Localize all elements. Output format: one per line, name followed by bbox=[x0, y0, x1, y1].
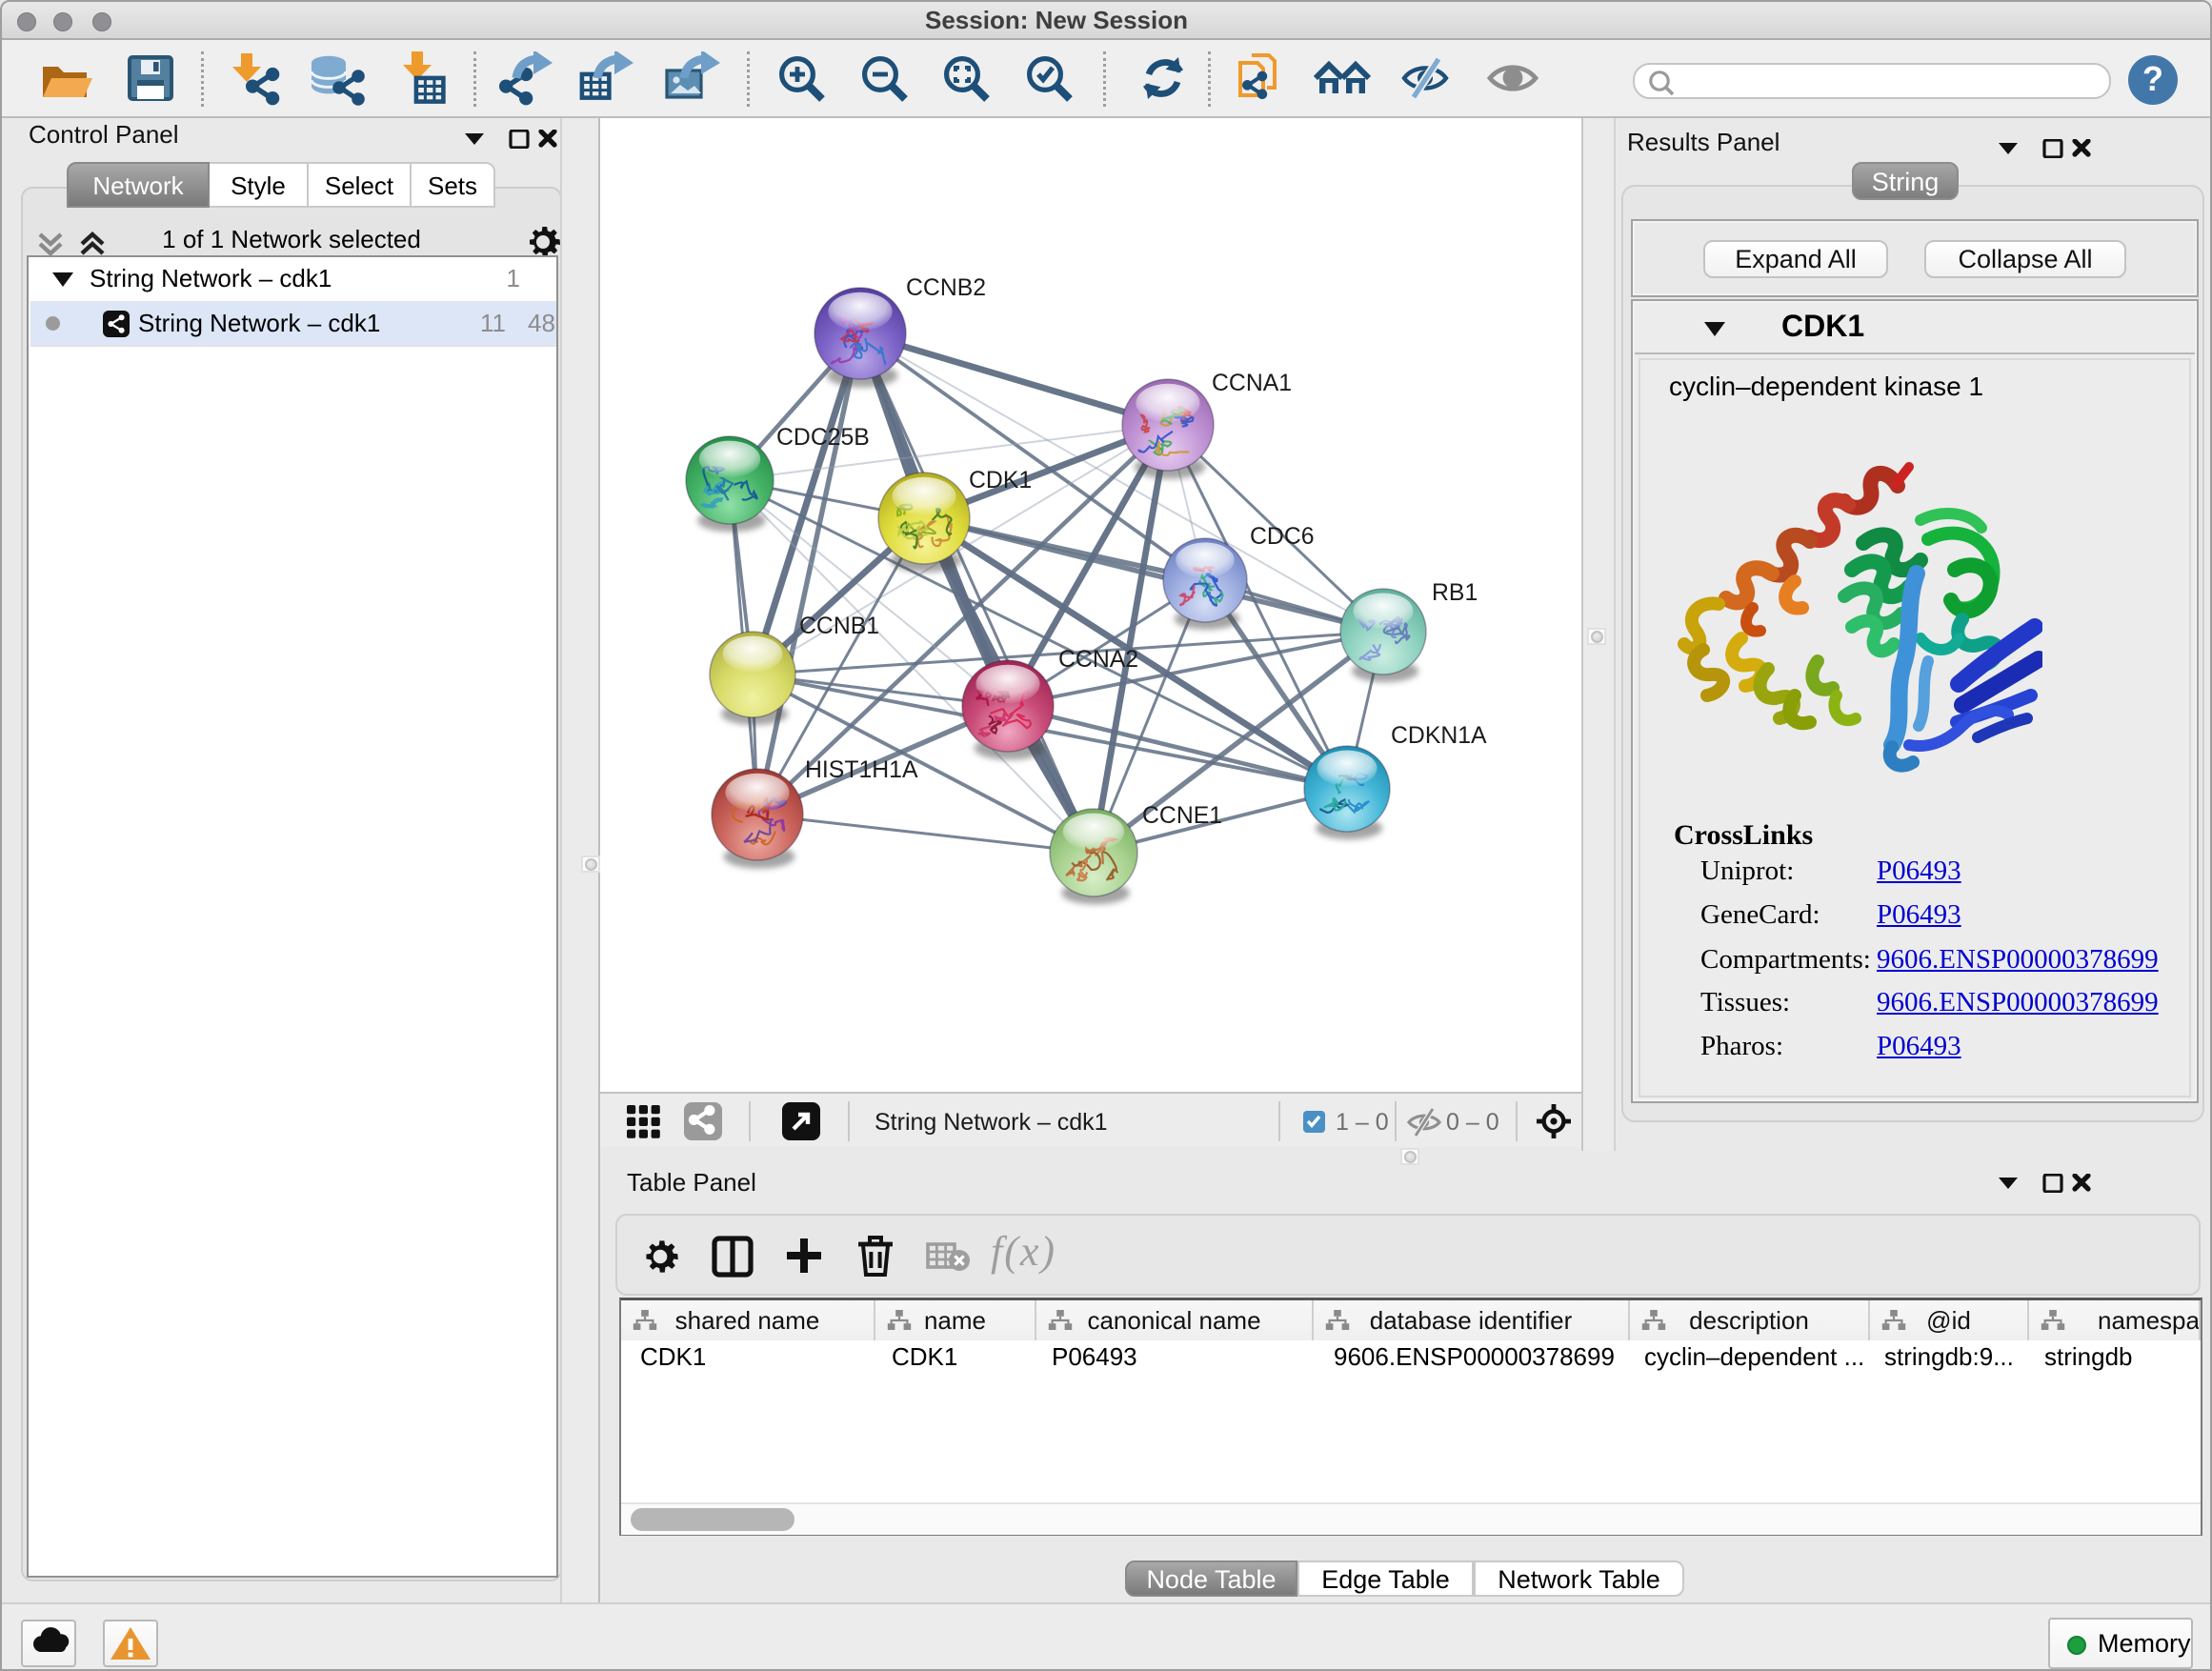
svg-text:CDC25B: CDC25B bbox=[776, 425, 870, 451]
svg-text:RB1: RB1 bbox=[1432, 580, 1478, 606]
svg-text:CCNB1: CCNB1 bbox=[799, 614, 879, 639]
svg-text:CDKN1A: CDKN1A bbox=[1391, 723, 1487, 749]
svg-text:CCNE1: CCNE1 bbox=[1142, 803, 1222, 829]
svg-text:CCNA1: CCNA1 bbox=[1212, 371, 1292, 396]
svg-text:CCNB2: CCNB2 bbox=[906, 275, 986, 301]
svg-text:HIST1H1A: HIST1H1A bbox=[805, 757, 918, 783]
svg-text:CDK1: CDK1 bbox=[969, 468, 1032, 493]
svg-text:CDC6: CDC6 bbox=[1250, 524, 1315, 550]
svg-text:CCNA2: CCNA2 bbox=[1058, 647, 1138, 673]
